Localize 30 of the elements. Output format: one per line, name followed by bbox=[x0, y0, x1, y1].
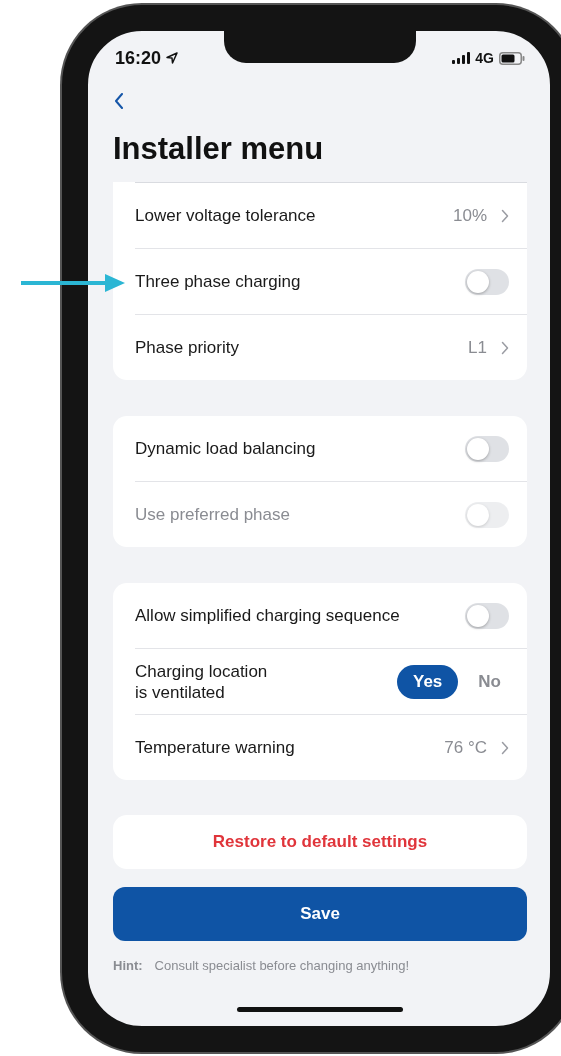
hint-label: Hint: bbox=[113, 958, 143, 973]
signal-icon bbox=[452, 52, 471, 64]
choice-option[interactable]: No bbox=[462, 664, 517, 699]
setting-value-link[interactable]: 76 °C bbox=[444, 737, 509, 758]
battery-icon bbox=[499, 51, 525, 65]
back-button[interactable] bbox=[114, 93, 124, 109]
setting-value-link[interactable]: L1 bbox=[468, 337, 509, 358]
restore-defaults-button[interactable]: Restore to default settings bbox=[113, 815, 527, 869]
chevron-right-icon bbox=[501, 340, 509, 355]
save-button[interactable]: Save bbox=[113, 887, 527, 941]
setting-label: Allow simplified charging sequence bbox=[135, 605, 400, 626]
setting-label: Temperature warning bbox=[135, 737, 295, 758]
setting-label: Use preferred phase bbox=[135, 504, 290, 525]
network-label: 4G bbox=[475, 50, 494, 66]
setting-label: Dynamic load balancing bbox=[135, 438, 316, 459]
setting-label: Charging location is ventilated bbox=[135, 660, 268, 703]
chevron-right-icon bbox=[501, 208, 509, 223]
setting-label: Phase priority bbox=[135, 337, 239, 358]
status-time: 16:20 bbox=[115, 47, 162, 69]
setting-label: Three phase charging bbox=[135, 271, 301, 292]
toggle-switch[interactable] bbox=[465, 268, 509, 295]
hint-text: Consult specialist before changing anything! bbox=[154, 958, 409, 973]
chevron-right-icon bbox=[501, 740, 509, 755]
toggle-switch[interactable] bbox=[465, 435, 509, 462]
setting-value-link[interactable]: 10% bbox=[452, 205, 509, 226]
location-arrow-icon bbox=[166, 52, 179, 64]
page-title: Installer menu bbox=[113, 131, 325, 167]
choice-option[interactable]: Yes bbox=[397, 664, 459, 699]
toggle-switch[interactable] bbox=[465, 602, 509, 629]
setting-label: Lower voltage tolerance bbox=[135, 205, 316, 226]
